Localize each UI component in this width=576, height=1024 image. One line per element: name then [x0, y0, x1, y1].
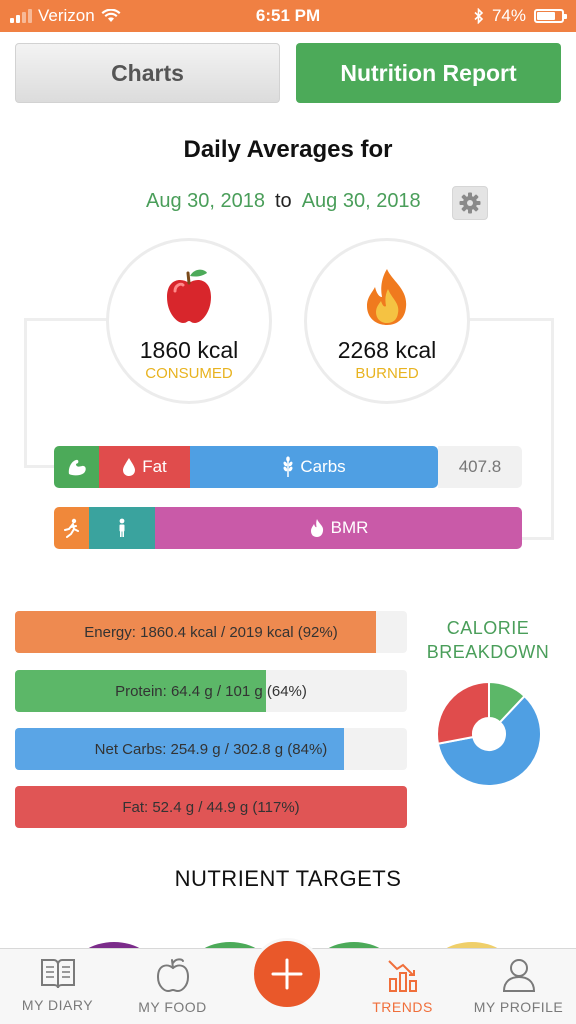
bluetooth-icon — [474, 8, 484, 24]
page-title: Daily Averages for — [183, 136, 393, 163]
consumed-label: CONSUMED — [145, 365, 233, 382]
donut-slice-fat[interactable] — [436, 681, 490, 745]
nav-my-profile-label: MY PROFILE — [473, 999, 564, 1015]
activity-segment[interactable] — [89, 507, 155, 549]
wheat-icon — [283, 456, 293, 477]
muscle-icon — [68, 459, 86, 476]
plus-icon — [271, 958, 303, 990]
tab-charts[interactable]: Charts — [15, 43, 280, 103]
trends-icon — [387, 960, 417, 992]
consumed-circle: 1860 kcal CONSUMED — [106, 238, 272, 404]
gear-icon — [459, 192, 481, 214]
nutrition-report-screen: Verizon 6:51 PM 74% Charts Nutrition Rep… — [0, 0, 576, 1024]
remaining-kcal: 407.8 — [438, 446, 522, 488]
apple-outline-icon — [156, 958, 189, 993]
fat-label: Fat — [142, 457, 167, 476]
nav-my-diary[interactable]: MY DIARY — [0, 957, 115, 1023]
battery-icon — [534, 9, 567, 23]
carbs-segment[interactable]: Carbs — [190, 446, 438, 488]
burned-circle: 2268 kcal BURNED — [304, 238, 470, 404]
status-right: 74% — [474, 6, 567, 26]
tab-nutrition-report[interactable]: Nutrition Report — [296, 43, 561, 103]
nav-trends-label: TRENDS — [372, 999, 433, 1015]
carbs-label: Carbs — [300, 457, 346, 476]
net-carbs-target-bar[interactable]: Net Carbs: 254.9 g / 302.8 g (84%) — [15, 728, 407, 770]
protein-target-bar[interactable]: Protein: 64.4 g / 101 g (64%) — [15, 670, 407, 712]
profile-icon — [502, 959, 535, 992]
bmr-label: BMR — [330, 518, 369, 537]
nav-my-profile[interactable]: MY PROFILE — [461, 957, 576, 1023]
energy-target-bar[interactable]: Energy: 1860.4 kcal / 2019 kcal (92%) — [15, 611, 407, 653]
book-icon — [40, 959, 75, 989]
nav-my-diary-label: MY DIARY — [21, 997, 94, 1013]
fat-target-bar[interactable]: Fat: 52.4 g / 44.9 g (117%) — [15, 786, 407, 828]
status-bar: Verizon 6:51 PM 74% — [0, 0, 576, 32]
battery-percent: 74% — [491, 6, 526, 25]
calorie-breakdown-title: CALORIE BREAKDOWN — [418, 616, 558, 664]
bmr-segment[interactable]: BMR — [155, 507, 522, 549]
macro-bar[interactable]: Fat Carbs — [54, 446, 438, 488]
net-carbs-target-label: Net Carbs: 254.9 g / 302.8 g (84%) — [94, 740, 328, 758]
calorie-breakdown-donut[interactable] — [436, 681, 542, 787]
end-date[interactable]: Aug 30, 2018 — [302, 190, 421, 213]
energy-target-label: Energy: 1860.4 kcal / 2019 kcal (92%) — [84, 623, 338, 641]
flame-icon — [367, 269, 407, 325]
start-date[interactable]: Aug 30, 2018 — [146, 190, 265, 213]
protein-segment[interactable] — [54, 446, 99, 488]
burned-label: BURNED — [355, 365, 419, 382]
burned-kcal: 2268 kcal — [337, 337, 437, 363]
running-icon — [63, 518, 79, 538]
burn-bar[interactable]: BMR — [54, 507, 522, 549]
person-icon — [119, 518, 125, 537]
consumed-connector-bottom — [24, 465, 58, 468]
exercise-segment[interactable] — [54, 507, 89, 549]
consumed-kcal: 1860 kcal — [139, 337, 239, 363]
nav-trends[interactable]: TRENDS — [345, 957, 460, 1023]
flame-small-icon — [310, 519, 323, 537]
drop-icon — [123, 458, 136, 476]
date-separator: to — [275, 190, 292, 212]
settings-button[interactable] — [452, 186, 488, 220]
apple-icon — [167, 269, 211, 323]
fat-segment[interactable]: Fat — [99, 446, 190, 488]
fat-target-label: Fat: 52.4 g / 44.9 g (117%) — [122, 798, 300, 816]
nutrient-targets-title: NUTRIENT TARGETS — [174, 866, 402, 891]
add-button[interactable] — [251, 938, 323, 1010]
date-range: Aug 30, 2018 to Aug 30, 2018 — [146, 190, 421, 213]
breakdown-title-line2: BREAKDOWN — [426, 642, 550, 662]
nav-my-food[interactable]: MY FOOD — [115, 957, 230, 1023]
breakdown-title-line1: CALORIE — [446, 618, 530, 638]
nav-my-food-label: MY FOOD — [138, 999, 207, 1015]
burned-connector-bottom — [520, 537, 554, 540]
protein-target-label: Protein: 64.4 g / 101 g (64%) — [115, 682, 307, 700]
